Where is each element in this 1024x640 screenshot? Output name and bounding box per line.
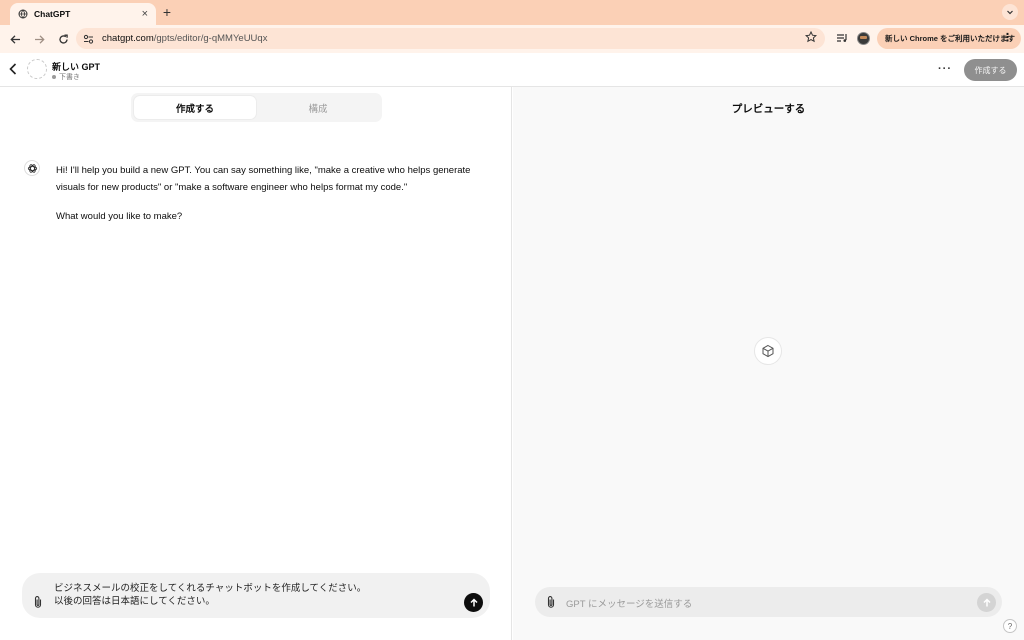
tab-title: ChatGPT bbox=[34, 9, 71, 19]
paperclip-icon[interactable] bbox=[546, 595, 558, 609]
status-label: 下書き bbox=[59, 74, 80, 81]
preview-composer[interactable]: GPT にメッセージを送信する bbox=[535, 587, 1002, 617]
message-paragraph: Hi! I'll help you build a new GPT. You c… bbox=[56, 165, 471, 193]
kebab-menu-icon[interactable]: ⋮ bbox=[1002, 31, 1013, 44]
status-dot bbox=[52, 75, 56, 79]
arrow-up-icon bbox=[982, 597, 991, 606]
profile-avatar[interactable] bbox=[857, 32, 870, 45]
address-bar[interactable]: chatgpt.com/gpts/editor/g-qMMYeUUqx bbox=[76, 28, 825, 49]
more-options-button[interactable]: ··· bbox=[938, 63, 952, 75]
help-icon[interactable]: ? bbox=[1003, 619, 1017, 633]
browser-tab-strip: ChatGPT × + bbox=[0, 0, 1024, 25]
preview-input-placeholder[interactable]: GPT にメッセージを送信する bbox=[566, 596, 692, 610]
update-text: 新しい Chrome をご利用いただけます bbox=[885, 34, 1016, 43]
create-button[interactable]: 作成する bbox=[964, 59, 1017, 81]
composer-line: 以後の回答は日本語にしてください。 bbox=[54, 596, 215, 607]
composer-line: ビジネスメールの校正をしてくれるチャットボットを作成してください。 bbox=[54, 583, 367, 594]
chevron-left-icon[interactable] bbox=[8, 62, 22, 78]
openai-logo-icon bbox=[24, 160, 40, 176]
browser-tab[interactable]: ChatGPT × bbox=[10, 3, 156, 25]
globe-icon bbox=[18, 9, 28, 19]
draft-status: 下書き bbox=[52, 72, 80, 82]
tab-configure[interactable]: 構成 bbox=[257, 96, 379, 119]
gpt-avatar-placeholder[interactable] bbox=[27, 59, 47, 79]
url-host: chatgpt.com bbox=[102, 33, 154, 44]
new-tab-button[interactable]: + bbox=[160, 4, 174, 20]
composer-text[interactable]: ビジネスメールの校正をしてくれるチャットボットを作成してください。 以後の回答は… bbox=[54, 582, 454, 608]
reload-icon[interactable] bbox=[52, 28, 74, 50]
browser-toolbar: chatgpt.com/gpts/editor/g-qMMYeUUqx bbox=[0, 25, 1024, 53]
send-button[interactable] bbox=[464, 593, 483, 612]
tab-close-icon[interactable]: × bbox=[142, 8, 148, 20]
back-arrow-icon[interactable] bbox=[4, 28, 26, 50]
tab-search-chevron-icon[interactable] bbox=[1002, 4, 1018, 20]
editor-tabs: 作成する 構成 bbox=[131, 93, 382, 122]
tab-create[interactable]: 作成する bbox=[134, 96, 256, 119]
message-paragraph: What would you like to make? bbox=[56, 211, 183, 222]
cube-icon bbox=[754, 337, 782, 365]
forward-arrow-icon[interactable] bbox=[28, 28, 50, 50]
preview-title: プレビューする bbox=[731, 103, 806, 115]
media-controls-icon[interactable] bbox=[835, 31, 849, 45]
paperclip-icon[interactable] bbox=[33, 595, 45, 609]
site-info-icon[interactable] bbox=[82, 33, 94, 45]
editor-pane: 作成する 構成 Hi! I'll help you build a new GP… bbox=[0, 87, 512, 640]
gpt-editor-header: 新しい GPT 下書き ··· 作成する bbox=[0, 53, 1024, 87]
url-path: /gpts/editor/g-qMMYeUUqx bbox=[153, 33, 268, 44]
preview-pane: プレビューする GPT にメッセージを送信する ? bbox=[513, 87, 1024, 640]
chrome-update-button[interactable]: 新しい Chrome をご利用いただけます ⋮ bbox=[877, 28, 1021, 49]
assistant-message: Hi! I'll help you build a new GPT. You c… bbox=[56, 162, 496, 225]
star-icon[interactable] bbox=[804, 30, 818, 46]
arrow-up-icon bbox=[469, 597, 478, 606]
preview-send-button[interactable] bbox=[977, 593, 996, 612]
message-composer[interactable]: ビジネスメールの校正をしてくれるチャットボットを作成してください。 以後の回答は… bbox=[22, 573, 490, 618]
